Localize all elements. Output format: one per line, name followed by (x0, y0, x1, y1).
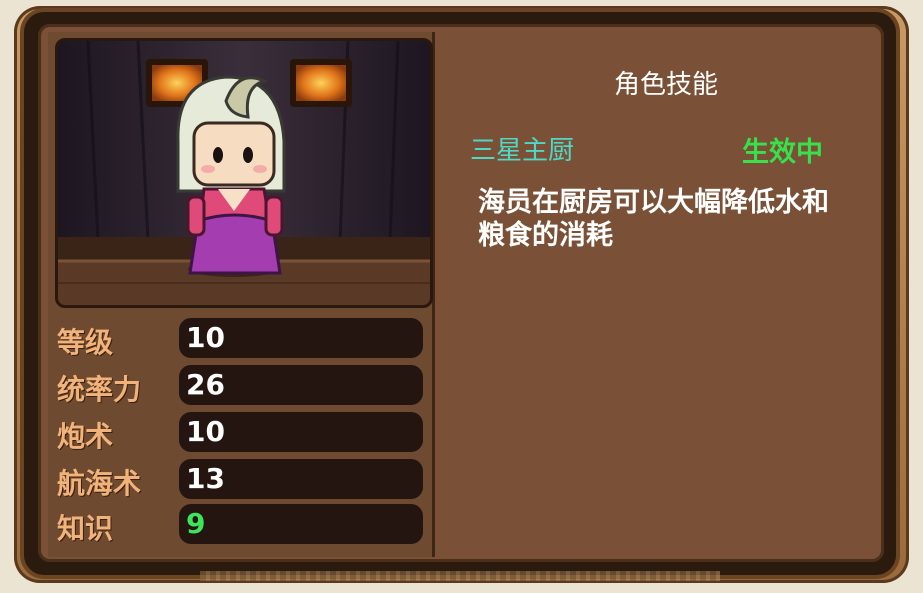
stat-value: 10 (186, 415, 225, 448)
stat-value-box: 10 (179, 412, 423, 452)
stat-label: 统率力 (57, 373, 142, 406)
stat-row-command: 统率力 26 (55, 365, 425, 407)
stat-value: 26 (186, 368, 225, 401)
skill-panel: 角色技能 三星主厨 生效中 海员在厨房可以大幅降低水和粮食的消耗 (444, 34, 880, 554)
stat-label: 等级 (57, 326, 114, 359)
stat-row-gunnery: 炮术 10 (55, 412, 425, 454)
skill-name: 三星主厨 (470, 136, 575, 166)
stat-value-box: 26 (179, 365, 423, 405)
stat-label: 炮术 (57, 420, 114, 453)
stat-row-knowledge: 知识 9 (55, 504, 425, 546)
stat-value: 9 (186, 507, 206, 540)
chef-girl-character-portrait (58, 41, 430, 305)
stat-row-navigation: 航海术 13 (55, 459, 425, 501)
stat-row-level: 等级 10 (55, 318, 425, 360)
stat-value-box: 9 (179, 504, 423, 544)
stat-value: 10 (186, 321, 225, 354)
skill-status-badge: 生效中 (742, 137, 823, 168)
character-portrait (55, 38, 433, 308)
skill-panel-title: 角色技能 (614, 70, 719, 100)
stat-value-box: 13 (179, 459, 423, 499)
skill-description: 海员在厨房可以大幅降低水和粮食的消耗 (478, 187, 829, 251)
frame-decoration (200, 571, 720, 581)
stat-label: 知识 (57, 512, 114, 545)
stat-label: 航海术 (57, 467, 142, 500)
stat-value-box: 10 (179, 318, 423, 358)
stat-value: 13 (186, 462, 225, 495)
